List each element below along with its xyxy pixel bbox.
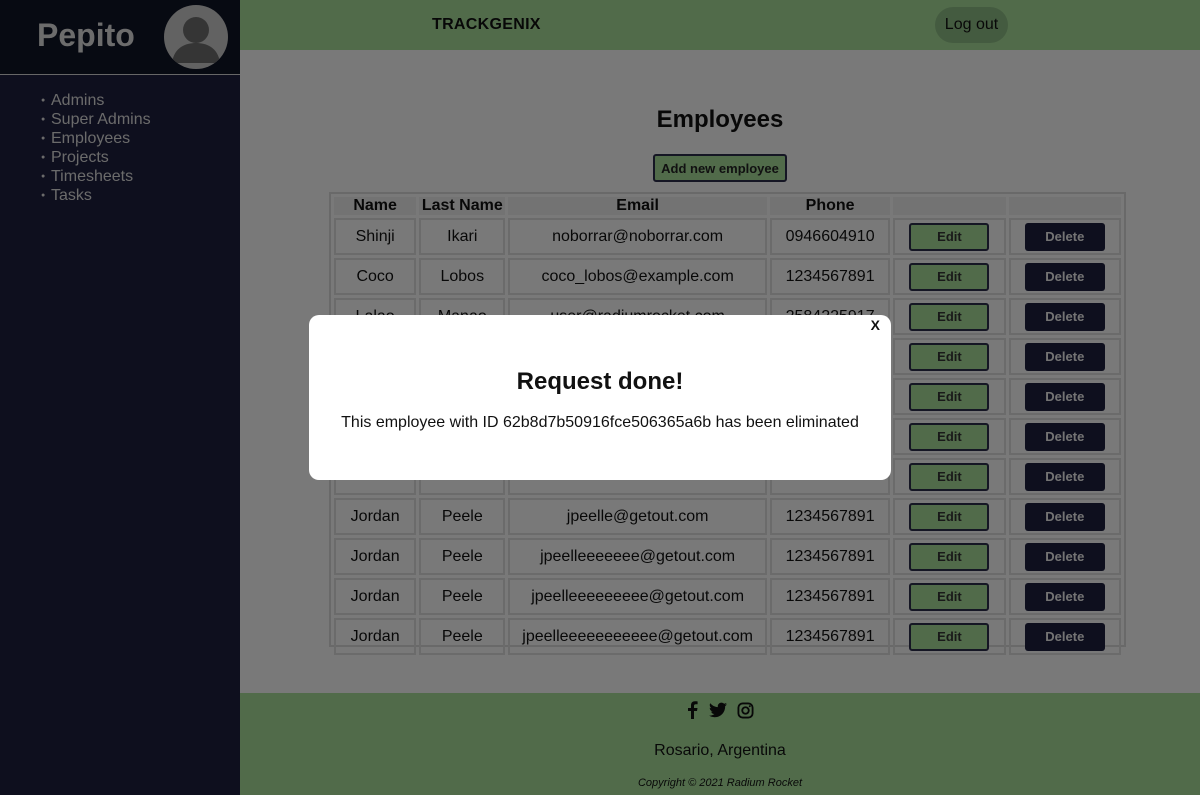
- request-done-modal: X Request done! This employee with ID 62…: [309, 315, 891, 480]
- modal-message: This employee with ID 62b8d7b50916fce506…: [341, 414, 859, 431]
- modal-close-button[interactable]: X: [871, 317, 880, 333]
- modal-title: Request done!: [516, 368, 684, 395]
